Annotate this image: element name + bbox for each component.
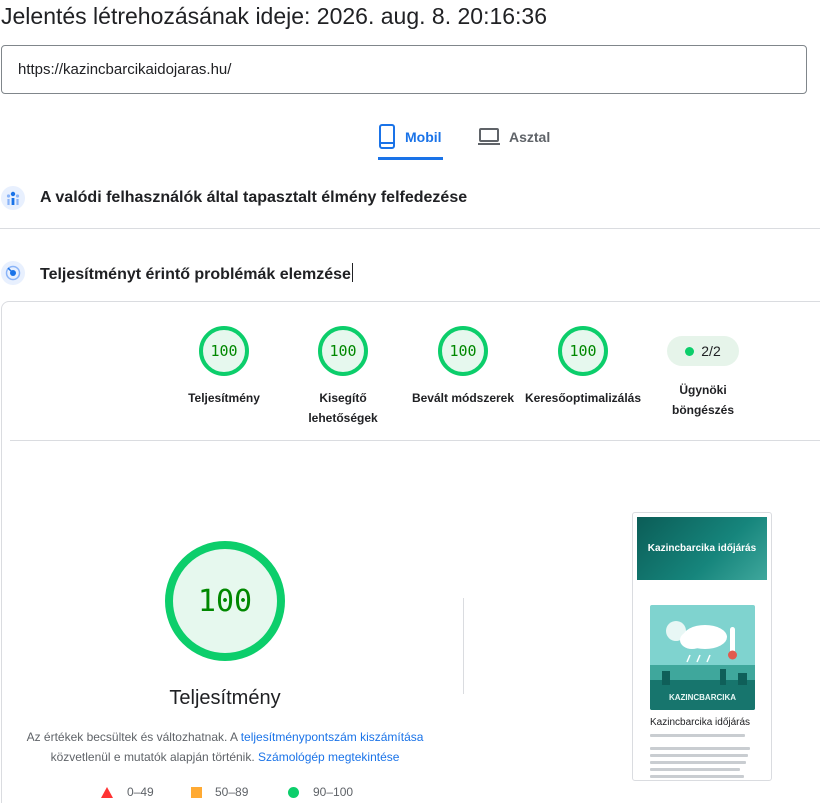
preview-text-line	[650, 775, 744, 778]
tab-mobile-label: Mobil	[405, 129, 442, 145]
field-data-section[interactable]: A valódi felhasználók által tapasztalt é…	[0, 185, 820, 211]
smartphone-icon	[379, 124, 395, 149]
legend-range: 50–89	[215, 785, 249, 799]
agentic-score-pill: 2/2	[667, 336, 739, 366]
field-data-title: A valódi felhasználók által tapasztalt é…	[40, 189, 468, 206]
score-gauge: 100	[558, 326, 608, 376]
average-square-icon	[191, 786, 202, 798]
preview-text-line	[650, 754, 748, 757]
preview-text-line	[650, 768, 740, 771]
legend-item-pass: 90–100	[288, 785, 353, 799]
pass-dot-icon	[685, 346, 695, 356]
legend-item-average: 50–89	[191, 785, 248, 799]
category-label: Keresőoptimalizálás	[524, 391, 642, 405]
report-generated-time: Jelentés létrehozásának ideje: 2026. aug…	[1, 3, 548, 29]
category-label: Teljesítmény	[188, 391, 260, 405]
fail-triangle-icon	[101, 786, 113, 798]
score-calculation-link[interactable]: teljesítménypontszám kiszámítása	[241, 730, 424, 744]
final-screenshot-preview[interactable]: Kazincbarcika időjárás KAZINCBARCIKA Kaz…	[632, 512, 772, 781]
preview-text-line	[650, 734, 745, 737]
hero-caption: KAZINCBARCIKA	[669, 693, 736, 702]
lab-gauge-icon	[1, 261, 25, 285]
diagnose-section[interactable]: Teljesítményt érintő problémák elemzése	[0, 260, 820, 286]
preview-text-line	[650, 747, 750, 750]
category-label: Kisegítő lehetőségek	[308, 391, 378, 425]
tab-desktop-label: Asztal	[509, 129, 551, 145]
category-gauge-agentic-browsing[interactable]: 2/2 Ügynöki böngészés	[638, 326, 768, 420]
preview-header: Kazincbarcika időjárás	[637, 517, 767, 580]
performance-description: Az értékek becsültek és változhatnak. A …	[26, 730, 424, 764]
url-input-box[interactable]	[1, 45, 807, 94]
pass-circle-icon	[288, 786, 299, 798]
legend-range: 90–100	[313, 785, 354, 799]
preview-text-line	[650, 761, 746, 764]
score-gauge: 100	[438, 326, 488, 376]
section-divider	[0, 228, 820, 229]
performance-score-gauge: 100	[165, 541, 285, 661]
category-gauge-seo[interactable]: 100 Keresőoptimalizálás	[518, 326, 648, 408]
url-input[interactable]	[2, 46, 806, 93]
score-gauge: 100	[318, 326, 368, 376]
preview-hero-image: KAZINCBARCIKA	[650, 605, 755, 710]
gauges-divider	[10, 440, 820, 441]
score-gauge: 100	[199, 326, 249, 376]
laptop-icon	[478, 128, 500, 145]
preview-article-title: Kazincbarcika időjárás	[650, 717, 751, 728]
legend-range: 0–49	[127, 785, 154, 799]
category-gauge-performance[interactable]: 100 Teljesítmény	[159, 326, 289, 408]
category-gauge-accessibility[interactable]: 100 Kisegítő lehetőségek	[278, 326, 408, 428]
tab-desktop[interactable]: Asztal	[478, 124, 558, 160]
calculator-link[interactable]: Számológép megtekintése	[258, 750, 399, 764]
vertical-divider	[463, 598, 464, 694]
diagnose-title: Teljesítményt érintő problémák elemzése	[40, 262, 353, 284]
category-label: Bevált módszerek	[411, 391, 515, 405]
category-label: Ügynöki böngészés	[671, 383, 734, 417]
legend-item-fail: 0–49	[101, 785, 154, 799]
tab-mobile[interactable]: Mobil	[378, 124, 443, 160]
agentic-score: 2/2	[701, 343, 721, 359]
performance-title: Teljesítmény	[169, 687, 281, 709]
users-chart-icon	[1, 186, 25, 210]
category-gauge-best-practices[interactable]: 100 Bevált módszerek	[398, 326, 528, 408]
